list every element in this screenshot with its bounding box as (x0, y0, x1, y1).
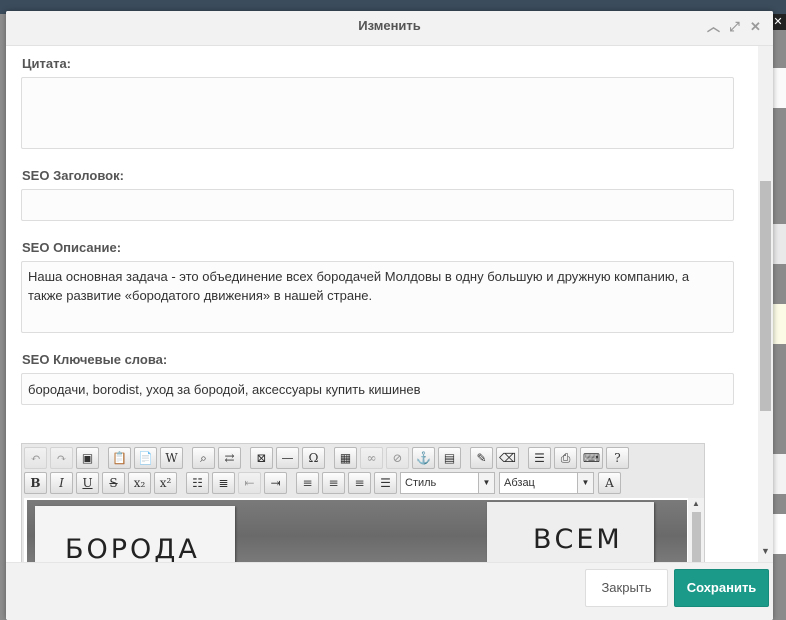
paste-icon[interactable]: 📋 (108, 447, 131, 469)
undo-icon[interactable]: ↶ (24, 447, 47, 469)
style-select[interactable]: Стиль ▼ (400, 472, 495, 494)
paste-word-icon[interactable]: W (160, 447, 183, 469)
replace-icon[interactable]: ⇄ (218, 447, 241, 469)
modal-title: Изменить (358, 18, 421, 33)
insert-image-icon[interactable]: ▦ (334, 447, 357, 469)
print-icon[interactable]: ⎙ (554, 447, 577, 469)
bullet-list-icon[interactable]: ☷ (186, 472, 209, 494)
quote-textarea[interactable] (21, 77, 734, 149)
chevron-down-icon: ▼ (577, 473, 593, 493)
save-button[interactable]: Сохранить (674, 569, 769, 607)
subscript-icon[interactable]: x₂ (128, 472, 151, 494)
style-select-value: Стиль (405, 477, 437, 489)
seo-title-input[interactable] (21, 189, 734, 221)
outdent-icon[interactable]: ⇤ (238, 472, 261, 494)
collapse-icon[interactable]: ︿ (706, 19, 721, 34)
link-icon[interactable]: ∞ (360, 447, 383, 469)
italic-icon[interactable]: I (50, 472, 73, 494)
rich-text-editor: ↶ ↷ ▣ 📋 📄 W ⌕ ⇄ ⊠ — Ω ▦ ∞ ⊘ ⚓ ▤ ✎ ⌫ ☰ ⎙ … (21, 443, 705, 562)
superscript-icon[interactable]: x² (154, 472, 177, 494)
indent-icon[interactable]: ⇥ (264, 472, 287, 494)
image-sign-left: БОРОДА (35, 506, 235, 562)
scroll-up-icon[interactable]: ▲ (692, 499, 700, 508)
editor-scrollbar[interactable]: ▲ (688, 498, 704, 562)
chevron-down-icon: ▼ (478, 473, 494, 493)
image-sign-right: ВСЕМ (487, 502, 654, 562)
expand-icon[interactable]: ⤢ (727, 19, 742, 34)
close-icon[interactable]: ✕ (748, 19, 763, 34)
scroll-down-icon[interactable]: ▼ (761, 546, 770, 556)
special-char-icon[interactable]: Ω (302, 447, 325, 469)
modal-scrollbar[interactable]: ▼ (758, 46, 773, 562)
align-left-icon[interactable]: ≡ (296, 472, 319, 494)
paste-text-icon[interactable]: 📄 (134, 447, 157, 469)
numbered-list-icon[interactable]: ≣ (212, 472, 235, 494)
editor-content[interactable]: БОРОДА ВСЕМ ▲ (24, 498, 704, 562)
bold-icon[interactable]: B (24, 472, 47, 494)
modal-scroll-thumb[interactable] (760, 181, 771, 411)
seo-title-label: SEO Заголовок: (22, 168, 124, 183)
content-image: БОРОДА ВСЕМ (27, 500, 687, 562)
seo-description-label: SEO Описание: (22, 240, 122, 255)
close-button[interactable]: Закрыть (585, 569, 668, 607)
select-all-icon[interactable]: ▣ (76, 447, 99, 469)
align-justify-icon[interactable]: ☰ (374, 472, 397, 494)
modal-header: Изменить ︿ ⤢ ✕ (6, 11, 773, 46)
edit-modal: Изменить ︿ ⤢ ✕ Цитата: SEO Заголовок: SE… (6, 11, 773, 620)
format-select-value: Абзац (504, 477, 535, 489)
modal-body: Цитата: SEO Заголовок: SEO Описание: Наш… (6, 46, 773, 562)
horizontal-rule-icon[interactable]: — (276, 447, 299, 469)
redo-icon[interactable]: ↷ (50, 447, 73, 469)
eraser-icon[interactable]: ⌫ (496, 447, 519, 469)
quote-label: Цитата: (22, 56, 72, 71)
strikethrough-icon[interactable]: S (102, 472, 125, 494)
seo-description-textarea[interactable]: Наша основная задача - это объединение в… (21, 261, 734, 333)
anchor-icon[interactable]: ⚓ (412, 447, 435, 469)
source-code-icon[interactable]: ⌨ (580, 447, 603, 469)
image-sign-right-text: ВСЕМ (533, 524, 623, 555)
remove-format-icon[interactable]: ⊠ (250, 447, 273, 469)
editor-scroll-thumb[interactable] (692, 512, 701, 562)
seo-keywords-input[interactable]: бородачи, borodist, уход за бородой, акс… (21, 373, 734, 405)
modal-footer: Закрыть Сохранить (6, 562, 773, 620)
unlink-icon[interactable]: ⊘ (386, 447, 409, 469)
templates-icon[interactable]: ☰ (528, 447, 551, 469)
find-icon[interactable]: ⌕ (192, 447, 215, 469)
underline-icon[interactable]: U (76, 472, 99, 494)
help-icon[interactable]: ? (606, 447, 629, 469)
align-right-icon[interactable]: ≡ (348, 472, 371, 494)
font-style-icon[interactable]: A (598, 472, 621, 494)
seo-keywords-label: SEO Ключевые слова: (22, 352, 168, 367)
image-sign-left-text: БОРОДА (65, 534, 200, 562)
editor-toolbar-row-1: ↶ ↷ ▣ 📋 📄 W ⌕ ⇄ ⊠ — Ω ▦ ∞ ⊘ ⚓ ▤ ✎ ⌫ ☰ ⎙ … (24, 447, 632, 469)
brush-icon[interactable]: ✎ (470, 447, 493, 469)
editor-toolbar-row-2: B I U S x₂ x² ☷ ≣ ⇤ ⇥ ≡ ≡ ≡ ☰ Стиль ▼ Аб… (24, 472, 624, 494)
align-center-icon[interactable]: ≡ (322, 472, 345, 494)
format-select[interactable]: Абзац ▼ (499, 472, 594, 494)
insert-media-icon[interactable]: ▤ (438, 447, 461, 469)
